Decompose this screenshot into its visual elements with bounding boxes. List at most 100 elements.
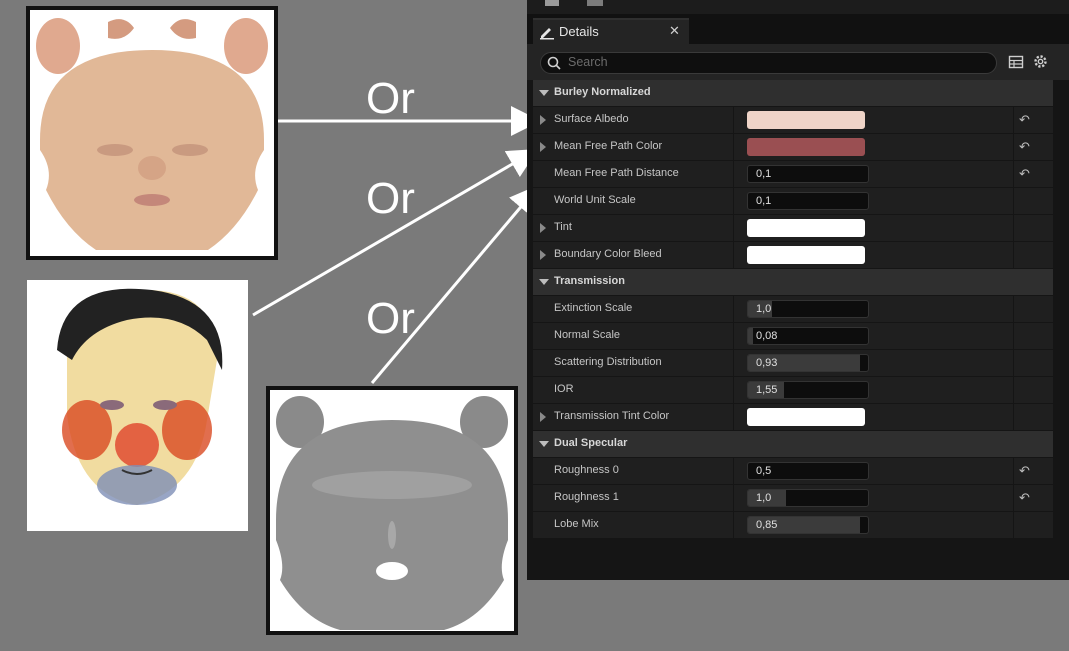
column-divider [733, 377, 734, 403]
reset-to-default-icon[interactable]: ↶ [1019, 112, 1030, 128]
pencil-icon [540, 28, 554, 40]
expand-arrow-icon[interactable] [540, 250, 546, 260]
reset-to-default-icon[interactable]: ↶ [1019, 463, 1030, 479]
expand-arrow-icon[interactable] [539, 441, 549, 447]
column-divider [1013, 296, 1014, 322]
property-row-roughness-1: Roughness 1 1,0 ↶ [533, 485, 1053, 512]
section-burley-normalized[interactable]: Burley Normalized [533, 80, 1053, 106]
search-placeholder: Search [568, 55, 608, 69]
column-divider [1013, 485, 1014, 511]
property-label: World Unit Scale [554, 194, 636, 206]
column-divider [1013, 242, 1014, 268]
numeric-value: 0,1 [756, 168, 772, 180]
property-label: Boundary Color Bleed [554, 248, 662, 260]
property-label: Roughness 1 [554, 491, 619, 503]
property-label: Lobe Mix [554, 518, 599, 530]
expand-arrow-icon[interactable] [539, 279, 549, 285]
property-row-normal-scale: Normal Scale 0,08 [533, 323, 1053, 350]
column-divider [1013, 134, 1014, 160]
numeric-input[interactable]: 0,93 [747, 354, 869, 372]
property-row-scattering-distribution: Scattering Distribution 0,93 [533, 350, 1053, 377]
numeric-input[interactable]: 1,55 [747, 381, 869, 399]
section-dual-specular[interactable]: Dual Specular [533, 431, 1053, 457]
numeric-value: 0,5 [756, 465, 772, 477]
column-divider [1013, 323, 1014, 349]
property-row-mean-free-path-color: Mean Free Path Color ↶ [533, 134, 1053, 161]
gear-icon[interactable] [1032, 53, 1049, 70]
column-divider [733, 188, 734, 214]
expand-arrow-icon[interactable] [540, 223, 546, 233]
column-divider [1013, 350, 1014, 376]
property-label: Mean Free Path Color [554, 140, 663, 152]
save-icon[interactable] [545, 0, 559, 6]
color-swatch[interactable] [747, 111, 865, 129]
numeric-value: 1,0 [756, 492, 772, 504]
color-swatch[interactable] [747, 408, 865, 426]
numeric-input[interactable]: 1,0 [747, 300, 869, 318]
search-input[interactable]: Search [540, 52, 997, 74]
numeric-value: 1,0 [756, 303, 772, 315]
table-view-icon[interactable] [1008, 54, 1024, 70]
tab-title: Details [559, 24, 599, 39]
property-label: Tint [554, 221, 572, 233]
column-divider [733, 323, 734, 349]
close-icon[interactable]: ✕ [669, 23, 680, 39]
column-divider [1013, 458, 1014, 484]
numeric-value: 0,93 [756, 357, 778, 369]
column-divider [733, 107, 734, 133]
reset-to-default-icon[interactable]: ↶ [1019, 166, 1030, 182]
numeric-input[interactable]: 0,1 [747, 192, 869, 210]
property-row-tint: Tint [533, 215, 1053, 242]
column-divider [733, 512, 734, 538]
column-divider [733, 161, 734, 187]
property-row-extinction-scale: Extinction Scale 1,0 [533, 296, 1053, 323]
panel-top-strip [527, 0, 1069, 14]
numeric-input[interactable]: 0,5 [747, 462, 869, 480]
or-label-2: Or [366, 174, 415, 223]
numeric-input[interactable]: 0,1 [747, 165, 869, 183]
expand-arrow-icon[interactable] [540, 412, 546, 422]
column-divider [733, 458, 734, 484]
column-divider [733, 242, 734, 268]
section-transmission[interactable]: Transmission [533, 269, 1053, 295]
or-label-1: Or [366, 74, 415, 123]
color-swatch[interactable] [747, 246, 865, 264]
reset-to-default-icon[interactable]: ↶ [1019, 490, 1030, 506]
expand-arrow-icon[interactable] [539, 90, 549, 96]
expand-arrow-icon[interactable] [540, 115, 546, 125]
section-title: Transmission [554, 275, 625, 287]
numeric-value: 1,55 [756, 384, 778, 396]
property-label: Normal Scale [554, 329, 621, 341]
property-row-surface-albedo: Surface Albedo ↶ [533, 107, 1053, 134]
column-divider [1013, 188, 1014, 214]
expand-arrow-icon[interactable] [540, 142, 546, 152]
column-divider [733, 296, 734, 322]
column-divider [733, 134, 734, 160]
numeric-input[interactable]: 0,08 [747, 327, 869, 345]
column-divider [1013, 161, 1014, 187]
color-swatch[interactable] [747, 138, 865, 156]
property-row-ior: IOR 1,55 [533, 377, 1053, 404]
property-row-lobe-mix: Lobe Mix 0,85 [533, 512, 1053, 539]
section-title: Dual Specular [554, 437, 628, 449]
property-row-roughness-0: Roughness 0 0,5 ↶ [533, 458, 1053, 485]
tab-details[interactable]: Details ✕ [533, 18, 689, 44]
column-divider [733, 350, 734, 376]
property-label: Roughness 0 [554, 464, 619, 476]
property-label: Mean Free Path Distance [554, 167, 679, 179]
property-row-boundary-color-bleed: Boundary Color Bleed [533, 242, 1053, 269]
browse-icon[interactable] [587, 0, 603, 6]
column-divider [733, 404, 734, 430]
property-row-mean-free-path-distance: Mean Free Path Distance 0,1 ↶ [533, 161, 1053, 188]
property-label: Surface Albedo [554, 113, 629, 125]
numeric-value: 0,1 [756, 195, 772, 207]
color-swatch[interactable] [747, 219, 865, 237]
search-icon [547, 56, 561, 70]
reset-to-default-icon[interactable]: ↶ [1019, 139, 1030, 155]
numeric-value: 0,85 [756, 519, 778, 531]
property-label: Extinction Scale [554, 302, 633, 314]
column-divider [1013, 107, 1014, 133]
numeric-input[interactable]: 1,0 [747, 489, 869, 507]
numeric-input[interactable]: 0,85 [747, 516, 869, 534]
tab-bar: Details ✕ [527, 14, 1069, 44]
